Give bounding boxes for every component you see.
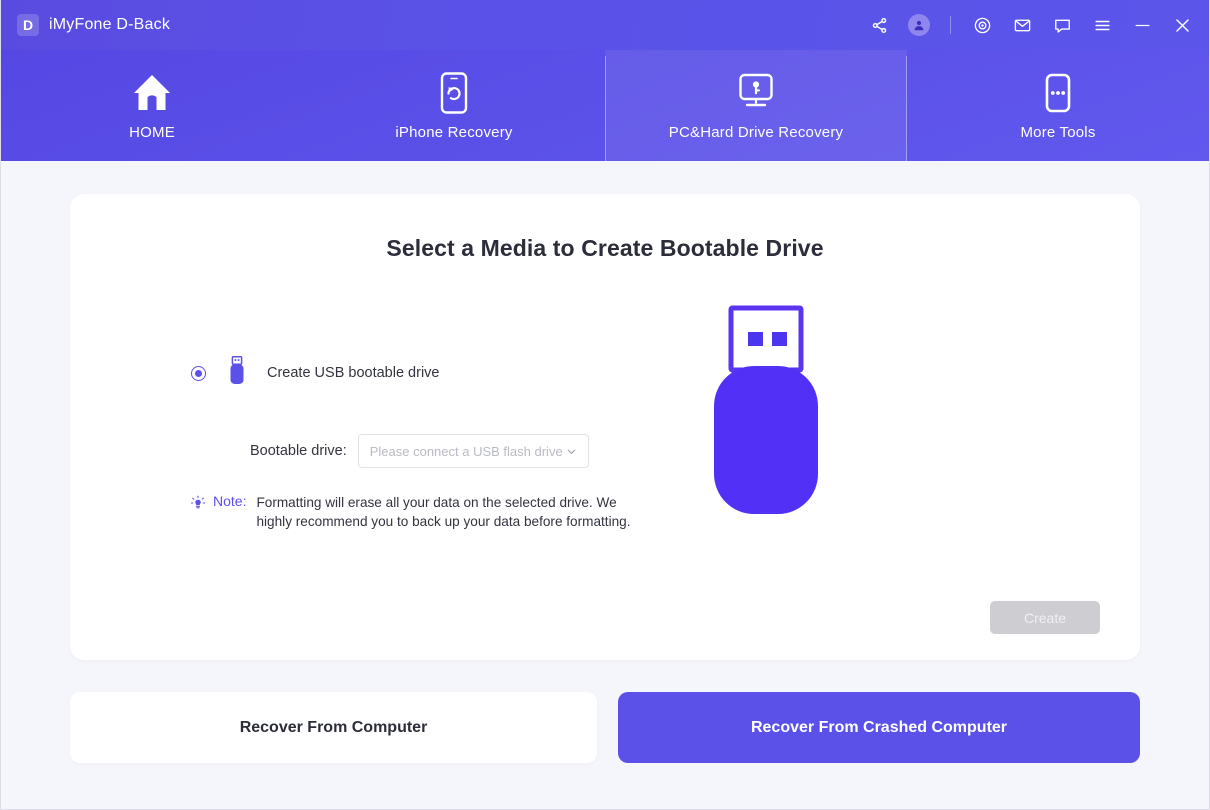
main-nav: HOME iPhone Recovery PC&Hard Drive Recov…: [1, 50, 1209, 161]
menu-icon[interactable]: [1091, 14, 1113, 36]
recover-from-computer-button[interactable]: Recover From Computer: [70, 692, 597, 763]
note-label: Note:: [213, 493, 247, 509]
titlebar-separator: [950, 16, 951, 34]
more-tools-icon: [1041, 71, 1075, 115]
bottom-actions: Recover From Computer Recover From Crash…: [70, 692, 1140, 763]
app-brand: D iMyFone D-Back: [17, 14, 170, 36]
nav-tab-pc-hard-drive-recovery[interactable]: PC&Hard Drive Recovery: [605, 50, 907, 161]
nav-tab-more-tools[interactable]: More Tools: [907, 50, 1209, 161]
chat-icon[interactable]: [1051, 14, 1073, 36]
nav-tab-home[interactable]: HOME: [1, 50, 303, 161]
usb-bootable-radio[interactable]: [191, 365, 206, 381]
nav-tab-label: PC&Hard Drive Recovery: [668, 123, 844, 141]
card-body: Create USB bootable drive Bootable drive…: [70, 194, 1140, 660]
usb-drive-icon: [229, 356, 245, 390]
title-bar: D iMyFone D-Back: [1, 0, 1209, 50]
nav-tab-iphone-recovery[interactable]: iPhone Recovery: [303, 50, 605, 161]
recover-from-crashed-computer-button[interactable]: Recover From Crashed Computer: [618, 692, 1140, 763]
bootable-drive-select[interactable]: Please connect a USB flash drive: [357, 434, 589, 468]
app-logo-badge: D: [17, 14, 39, 36]
phone-recovery-icon: [438, 71, 470, 115]
home-icon: [130, 71, 174, 115]
usb-bootable-option-label: Create USB bootable drive: [267, 365, 440, 381]
bootable-drive-select-value: Please connect a USB flash drive: [369, 443, 563, 459]
account-avatar-icon[interactable]: [908, 14, 930, 36]
app-window: D iMyFone D-Back HOME iPhone Recovery PC…: [0, 0, 1210, 810]
avatar: [908, 14, 930, 36]
note-text: Formatting will erase all your data on t…: [256, 495, 631, 529]
share-icon[interactable]: [868, 14, 890, 36]
lightbulb-icon: [190, 495, 206, 516]
create-button[interactable]: Create: [990, 601, 1100, 634]
close-icon[interactable]: [1171, 14, 1193, 36]
format-warning-note: Note: Formatting will erase all your dat…: [190, 493, 690, 531]
computer-recovery-icon: [736, 71, 776, 115]
bootable-drive-field: Bootable drive: Please connect a USB fla…: [250, 434, 589, 468]
mail-icon[interactable]: [1011, 14, 1033, 36]
bootable-drive-label: Bootable drive:: [250, 443, 347, 459]
titlebar-controls: [868, 14, 1193, 36]
main-content: Select a Media to Create Bootable Drive: [1, 161, 1209, 808]
bootable-media-card: Select a Media to Create Bootable Drive: [70, 194, 1140, 660]
app-title: iMyFone D-Back: [49, 16, 171, 33]
nav-tab-label: iPhone Recovery: [395, 123, 513, 141]
minimize-icon[interactable]: [1131, 14, 1153, 36]
nav-tab-label: More Tools: [1020, 123, 1096, 141]
radio-dot: [195, 369, 202, 377]
usb-bootable-option-row[interactable]: Create USB bootable drive: [191, 356, 440, 390]
nav-tab-label: HOME: [129, 123, 175, 141]
target-icon[interactable]: [971, 14, 993, 36]
usb-flash-drive-illustration: [706, 304, 826, 529]
chevron-down-icon: [565, 445, 578, 458]
